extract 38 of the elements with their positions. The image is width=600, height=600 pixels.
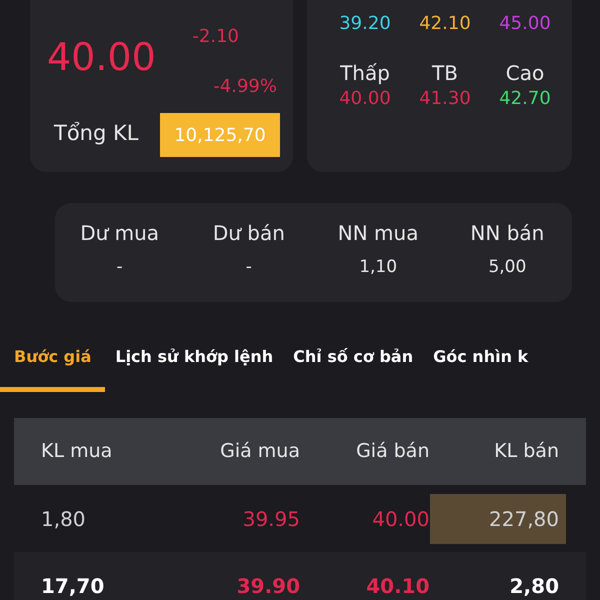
price-value: 39.20 — [338, 12, 392, 36]
price-change: -2.10 — [192, 28, 239, 46]
table-cell: 227,80 — [430, 494, 566, 544]
price-value: 45.00 — [498, 12, 552, 36]
tab[interactable]: Chỉ số cơ bản — [283, 340, 424, 392]
current-price: 40.00 — [47, 38, 156, 76]
stat-label: Cao — [506, 60, 544, 86]
stat-value: - — [116, 256, 123, 279]
stat-label: Dư mua — [80, 220, 160, 246]
table-cell-text: 40.00 — [371, 506, 430, 532]
column-header: KL bán — [493, 439, 559, 464]
table-cell-text: 39.90 — [236, 572, 300, 600]
column-header: Giá mua — [219, 439, 300, 464]
stat-value: 42.70 — [499, 87, 551, 111]
column-header: Giá bán — [355, 439, 430, 464]
column-header: KL mua — [41, 439, 114, 464]
stat-value: 40.00 — [339, 87, 391, 111]
stat-value: 41.30 — [419, 87, 471, 111]
table-cell-text: 17,70 — [41, 572, 106, 600]
stat-label: NN mua — [338, 220, 418, 246]
stat-label: Dư bán — [212, 220, 285, 246]
total-volume: 10,125,70 — [160, 113, 280, 157]
tab[interactable]: Bước giá — [0, 340, 106, 392]
tab[interactable]: Lịch sử khớp lệnh — [105, 340, 284, 392]
price-change-percent: -4.99% — [213, 78, 277, 96]
table-cell-text: 40.10 — [365, 572, 430, 600]
table-cell-text: 39.95 — [242, 506, 300, 532]
stat-value: 5,00 — [488, 256, 526, 279]
volume-label: Tổng KL — [54, 123, 138, 144]
stat-value: - — [246, 256, 252, 279]
stat-label: TB — [432, 60, 458, 86]
tab[interactable]: Góc nhìn k — [423, 340, 538, 392]
table-cell-text: 2,80 — [508, 572, 559, 600]
stat-label: Thấp — [340, 60, 390, 86]
price-value: 42.10 — [418, 12, 472, 36]
stat-label: NN bán — [470, 220, 544, 246]
stat-value: 1,10 — [359, 256, 398, 279]
table-cell-text: 1,80 — [41, 506, 87, 532]
